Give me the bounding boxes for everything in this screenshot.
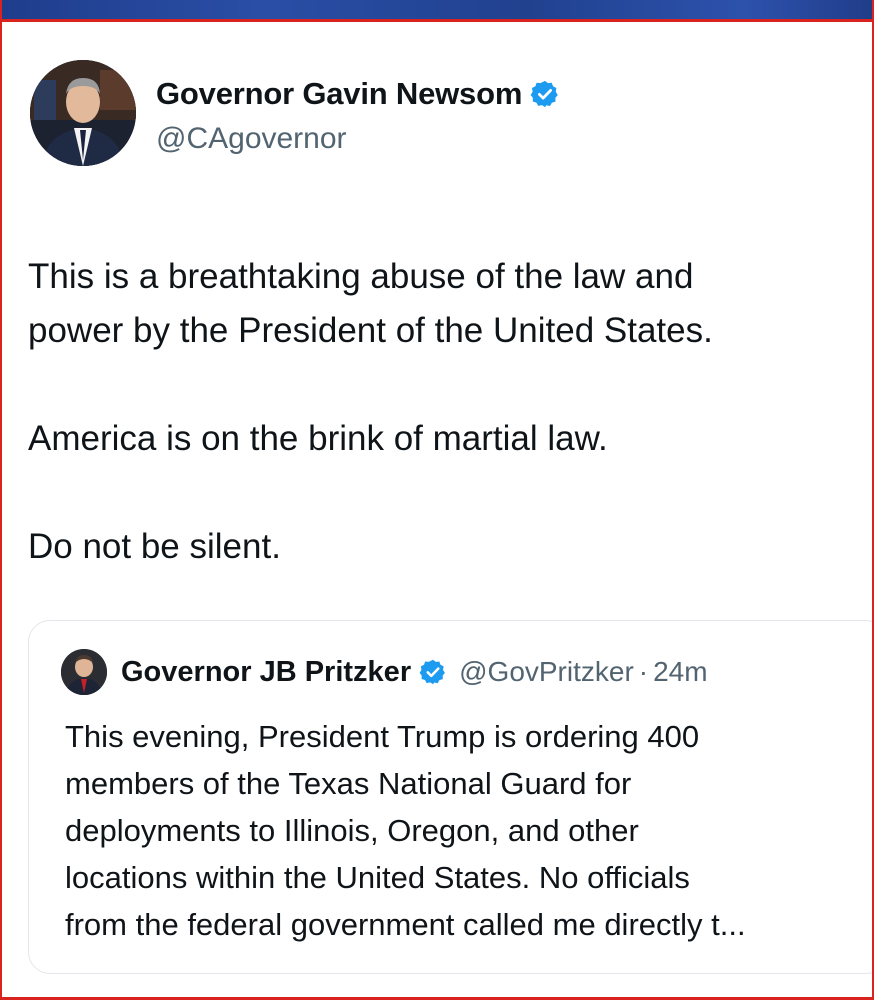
tweet-line: power by the President of the United Sta… xyxy=(28,311,713,350)
quoted-line: locations within the United States. No o… xyxy=(65,860,690,895)
author-name-row: Governor Gavin Newsom xyxy=(156,76,560,112)
tweet-line: Do not be silent. xyxy=(28,527,281,566)
tweet-paragraph: This is a breathtaking abuse of the law … xyxy=(28,250,858,358)
quoted-tweet-text: This evening, President Trump is orderin… xyxy=(65,713,865,948)
author-name[interactable]: Governor Gavin Newsom xyxy=(156,76,522,112)
quoted-timestamp[interactable]: 24m xyxy=(653,656,707,688)
top-banner xyxy=(2,0,872,22)
verified-badge-icon xyxy=(419,659,446,685)
quoted-tweet-header: Governor JB Pritzker @GovPritzker · 24m xyxy=(61,649,708,695)
tweet-card: Governor Gavin Newsom @CAgovernor This i… xyxy=(8,22,872,994)
screenshot-frame: Governor Gavin Newsom @CAgovernor This i… xyxy=(0,0,874,1000)
quoted-line: deployments to Illinois, Oregon, and oth… xyxy=(65,813,639,848)
quoted-line: This evening, President Trump is orderin… xyxy=(65,719,700,754)
quoted-author-name[interactable]: Governor JB Pritzker xyxy=(121,656,411,689)
author-handle[interactable]: @CAgovernor xyxy=(156,122,347,156)
quoted-author-avatar[interactable] xyxy=(61,649,107,695)
author-avatar[interactable] xyxy=(30,60,136,166)
quoted-tweet[interactable]: Governor JB Pritzker @GovPritzker · 24m … xyxy=(28,620,872,974)
quoted-line: from the federal government called me di… xyxy=(65,907,746,942)
meta-separator: · xyxy=(638,656,649,687)
verified-badge-icon xyxy=(530,80,558,108)
tweet-line: This is a breathtaking abuse of the law … xyxy=(28,257,694,296)
tweet-paragraph: America is on the brink of martial law. xyxy=(28,412,858,466)
quoted-author-handle[interactable]: @GovPritzker xyxy=(459,656,634,688)
tweet-header: Governor Gavin Newsom @CAgovernor xyxy=(30,60,650,170)
quoted-line: members of the Texas National Guard for xyxy=(65,766,632,801)
tweet-text: This is a breathtaking abuse of the law … xyxy=(28,250,858,574)
tweet-line: America is on the brink of martial law. xyxy=(28,419,608,458)
tweet-paragraph: Do not be silent. xyxy=(28,520,858,574)
